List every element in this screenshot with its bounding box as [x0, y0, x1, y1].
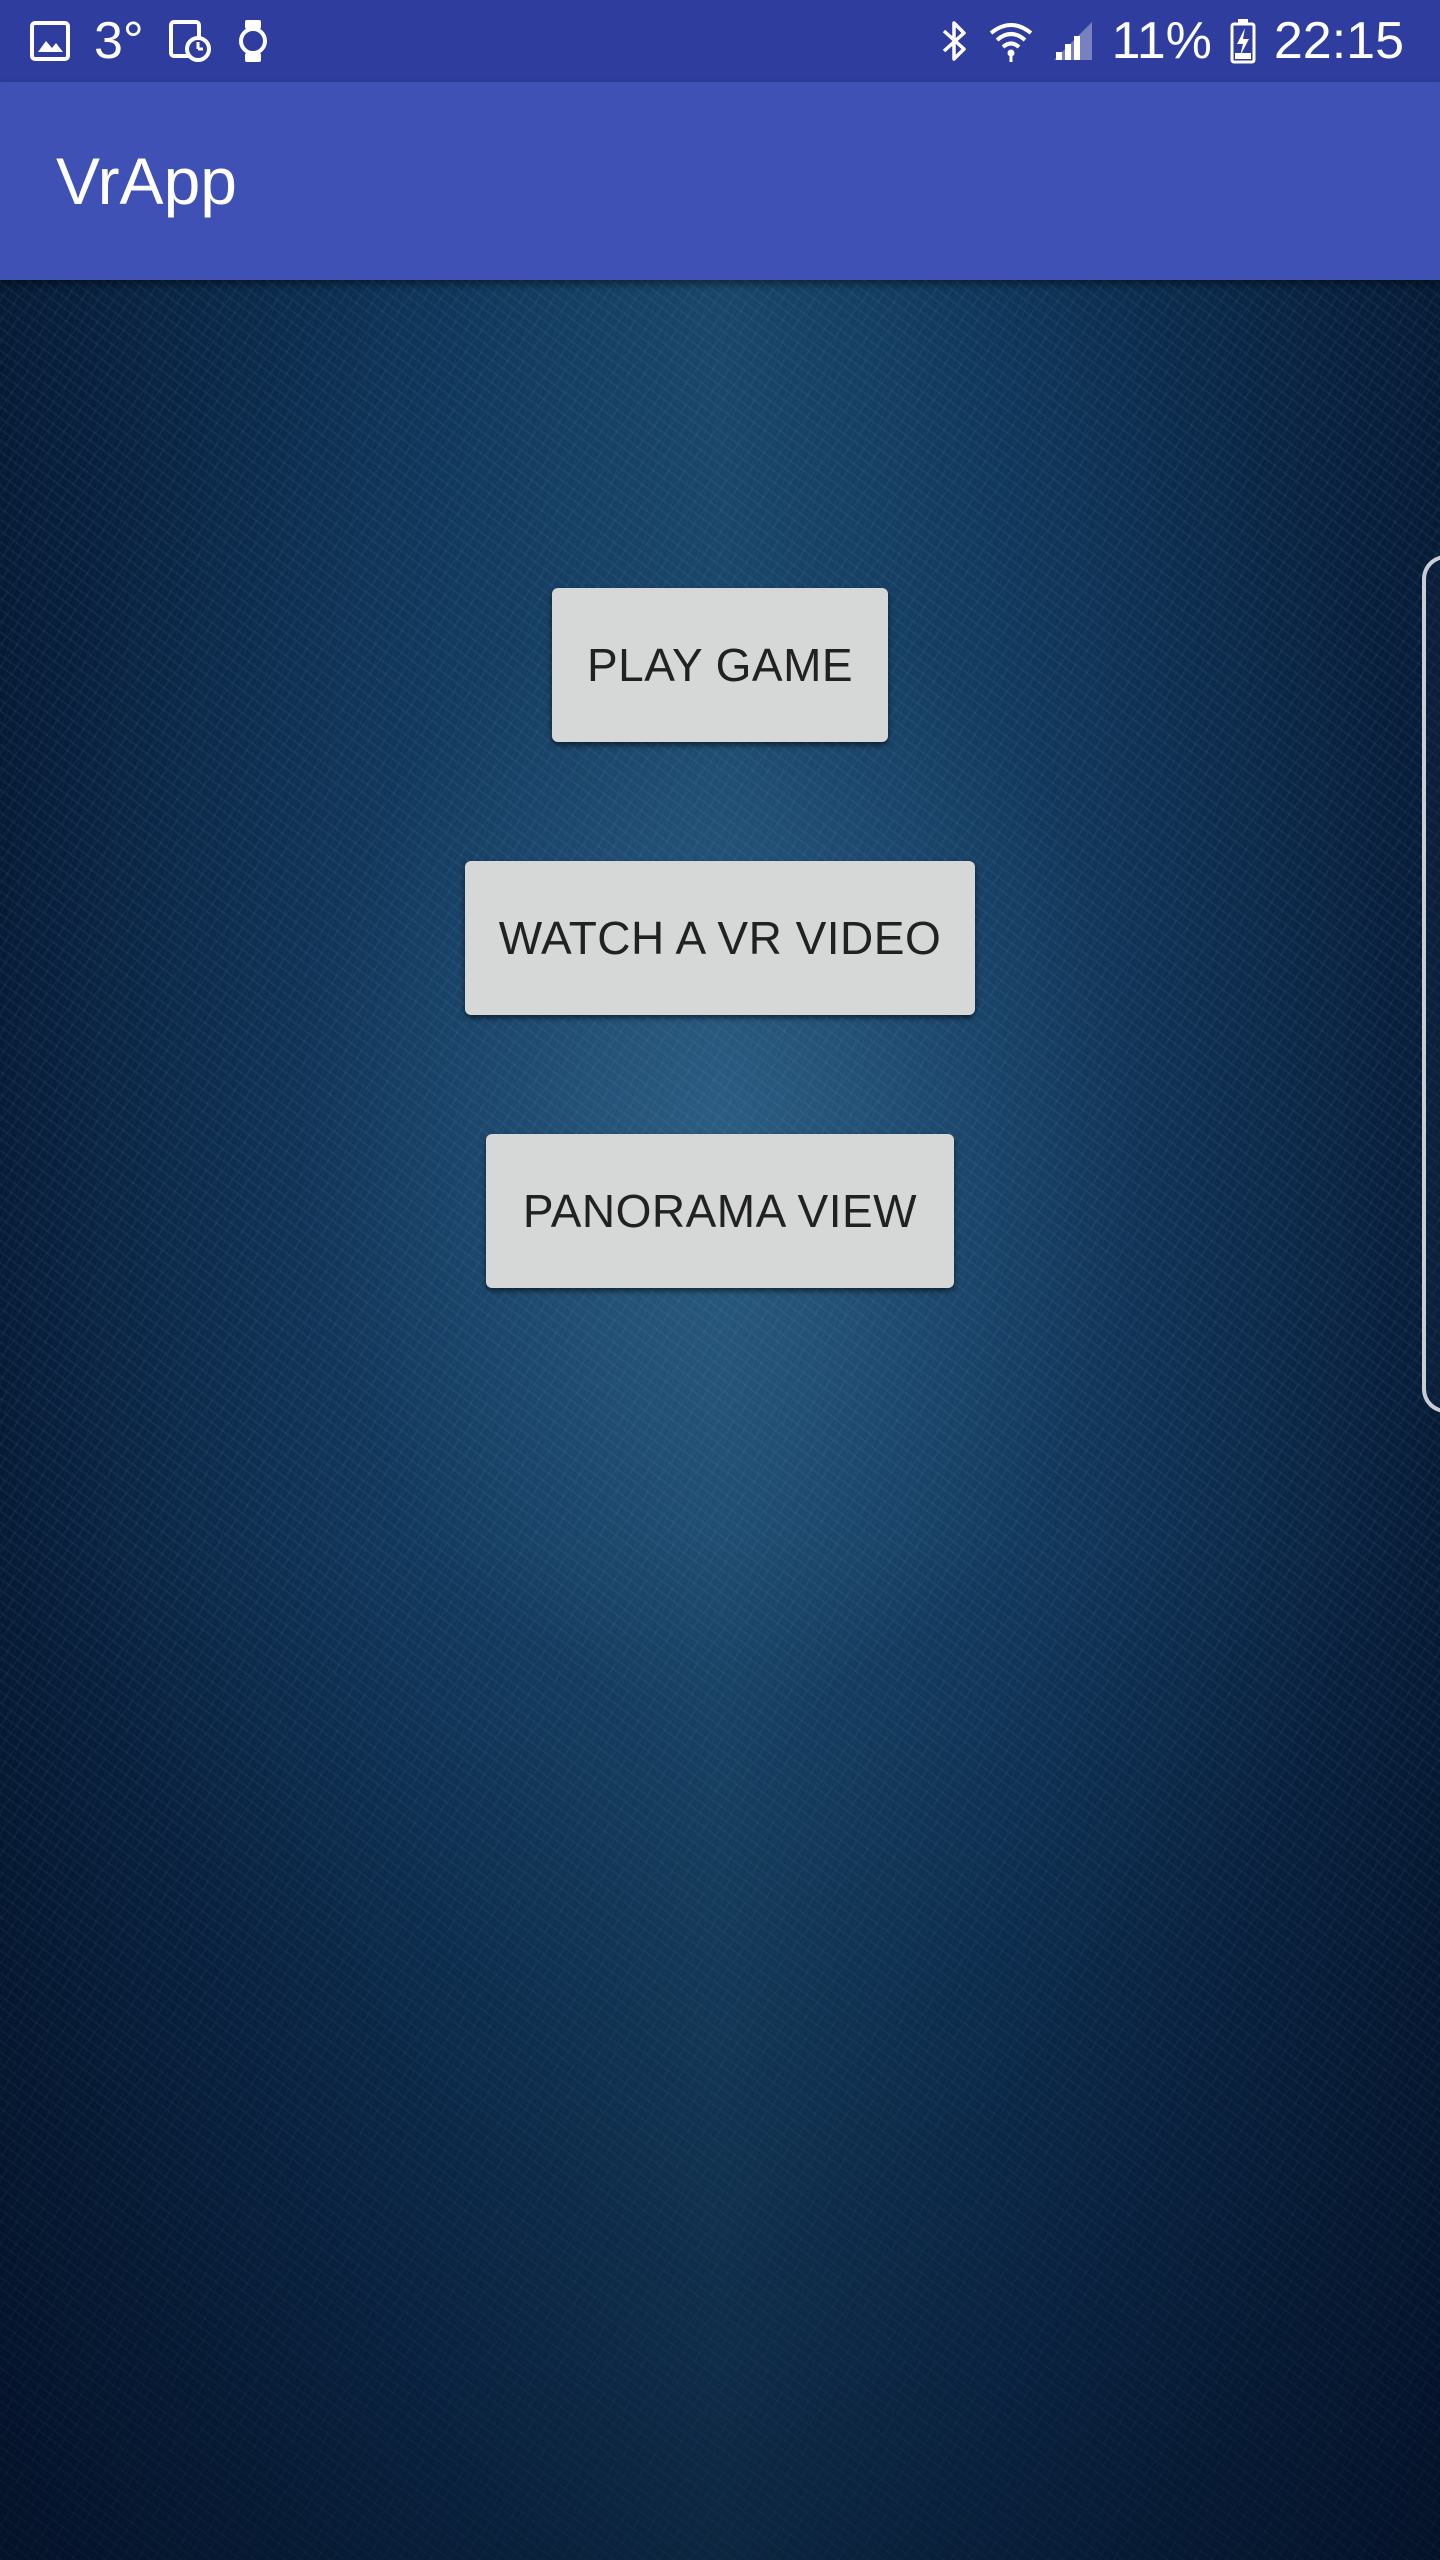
- image-icon: [30, 21, 70, 61]
- calendar-clock-icon: [168, 19, 212, 63]
- watch-icon: [236, 19, 270, 63]
- battery-charging-icon: [1230, 18, 1256, 64]
- watch-vr-video-button[interactable]: WATCH A VR VIDEO: [465, 861, 975, 1015]
- wifi-icon: [988, 19, 1034, 63]
- main-content: PLAY GAME WATCH A VR VIDEO PANORAMA VIEW: [0, 280, 1440, 2560]
- battery-percent-text: 11%: [1111, 12, 1212, 70]
- panorama-view-button[interactable]: PANORAMA VIEW: [486, 1134, 954, 1288]
- status-bar-left: 3°: [30, 0, 270, 82]
- play-game-button[interactable]: PLAY GAME: [552, 588, 888, 742]
- temperature-text: 3°: [94, 12, 144, 70]
- signal-icon: [1052, 20, 1094, 62]
- status-bar: 3° 11% 22:15: [0, 0, 1440, 82]
- edge-panel-handle[interactable]: [1422, 555, 1440, 1413]
- app-bar: VrApp: [0, 82, 1440, 280]
- status-bar-right: 11% 22:15: [940, 0, 1404, 82]
- app-title: VrApp: [56, 144, 237, 218]
- bluetooth-icon: [940, 19, 970, 63]
- app-screen: 3° 11% 22:15 VrApp PLAY GAME WATCH A VR …: [0, 0, 1440, 2560]
- clock-text: 22:15: [1273, 12, 1404, 70]
